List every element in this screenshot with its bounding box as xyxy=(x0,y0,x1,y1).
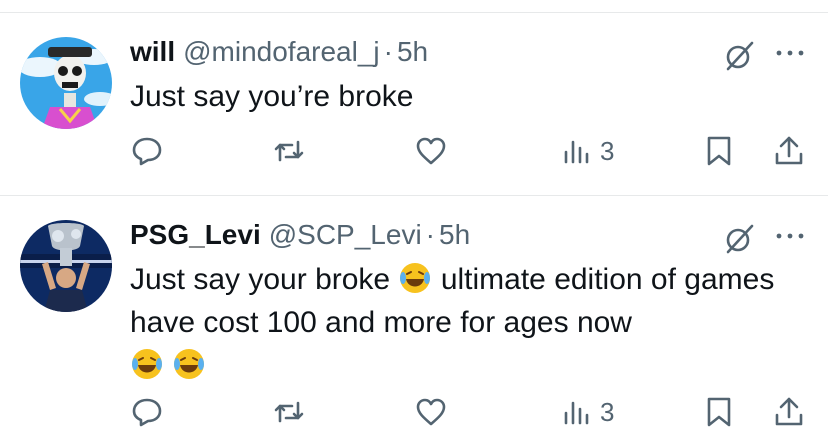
laughing-crying-emoji xyxy=(132,349,162,379)
reply-button[interactable] xyxy=(130,392,164,432)
share-icon xyxy=(775,397,803,426)
separator: · xyxy=(425,219,435,250)
user-handle[interactable]: @mindofareal_j xyxy=(183,36,380,68)
like-button[interactable] xyxy=(414,392,448,432)
repost-button[interactable] xyxy=(272,131,306,171)
tweet-text: Just say you’re broke xyxy=(130,80,414,113)
repost-icon xyxy=(274,401,304,423)
avatar[interactable] xyxy=(20,220,112,312)
share-icon xyxy=(775,136,803,165)
share-button[interactable] xyxy=(772,392,806,432)
bookmark-button[interactable] xyxy=(702,392,736,432)
action-bar: 3 xyxy=(0,131,828,171)
tweet[interactable]: PSG_Levi @SCP_Levi · 5h Just say your br… xyxy=(0,196,828,427)
repost-icon xyxy=(274,140,304,162)
laughing-crying-emoji xyxy=(400,263,431,293)
views-icon xyxy=(564,140,589,164)
grok-icon[interactable] xyxy=(722,222,756,256)
display-name[interactable]: PSG_Levi xyxy=(130,219,261,251)
tweet-text: Just say your broke ultimate edition of … xyxy=(130,258,810,387)
more-icon[interactable] xyxy=(774,43,806,63)
user-handle[interactable]: @SCP_Levi xyxy=(269,219,422,251)
separator: · xyxy=(383,36,393,67)
tweet[interactable]: will @mindofareal_j · 5h Just say you’re… xyxy=(0,13,828,195)
tweet-text-part: Just say your broke xyxy=(130,263,391,296)
grok-icon[interactable] xyxy=(722,39,756,73)
views-count: 3 xyxy=(600,396,615,427)
bookmark-icon xyxy=(707,136,731,166)
timestamp[interactable]: 5h xyxy=(439,219,470,251)
avatar[interactable] xyxy=(20,37,112,129)
reply-button[interactable] xyxy=(130,131,164,171)
heart-icon xyxy=(416,137,446,165)
reply-icon xyxy=(132,398,162,427)
more-icon[interactable] xyxy=(774,226,806,246)
repost-button[interactable] xyxy=(272,392,306,432)
views-count: 3 xyxy=(600,135,615,166)
action-bar: 3 xyxy=(0,392,828,432)
bookmark-button[interactable] xyxy=(702,131,736,171)
display-name[interactable]: will xyxy=(130,36,175,68)
tweet-header: will @mindofareal_j · 5h xyxy=(130,35,428,69)
share-button[interactable] xyxy=(772,131,806,171)
views-icon xyxy=(564,401,589,425)
bookmark-icon xyxy=(707,397,731,427)
reply-icon xyxy=(132,137,162,166)
heart-icon xyxy=(416,398,446,426)
views-button[interactable]: 3 xyxy=(560,131,614,171)
like-button[interactable] xyxy=(414,131,448,171)
laughing-crying-emoji xyxy=(174,349,205,379)
timestamp[interactable]: 5h xyxy=(397,36,428,68)
views-button[interactable]: 3 xyxy=(560,392,614,432)
tweet-header: PSG_Levi @SCP_Levi · 5h xyxy=(130,218,470,252)
